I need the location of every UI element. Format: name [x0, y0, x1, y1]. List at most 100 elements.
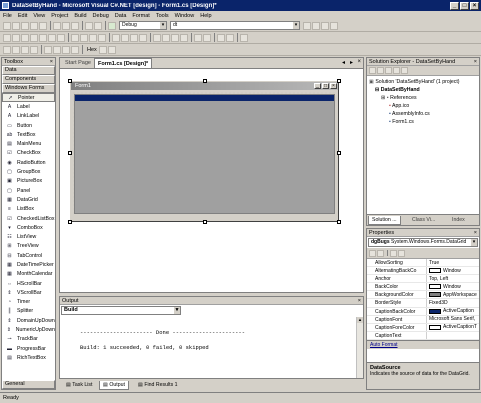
- toolbox-item[interactable]: ⊟ TabControl: [2, 251, 55, 260]
- property-value[interactable]: ActiveCaptionT: [427, 324, 479, 331]
- toolbox-item[interactable]: ⇕ DomainUpDown: [2, 316, 55, 325]
- bring-front-icon[interactable]: [217, 33, 225, 42]
- property-value[interactable]: [427, 332, 479, 339]
- toolbox-item[interactable]: ▾ ComboBox: [2, 223, 55, 232]
- tab-output[interactable]: ▤ Output: [99, 381, 129, 390]
- datagrid-control[interactable]: [74, 94, 335, 214]
- find-icon[interactable]: [303, 21, 311, 30]
- property-row[interactable]: AlternatingBackCo Window: [367, 267, 479, 276]
- output-scrollbar[interactable]: ▴: [356, 317, 363, 378]
- tab-form1-design[interactable]: Form1.cs [Design]*: [94, 58, 153, 68]
- toolbox-item[interactable]: ➚ Pointer: [2, 93, 55, 103]
- toolbox-item[interactable]: ☑ CheckedListBox: [2, 214, 55, 223]
- tree-item-references[interactable]: ⊞ ▪ References: [369, 94, 477, 102]
- new-project-icon[interactable]: [3, 21, 11, 30]
- toolbox-item[interactable]: ⊞ TreeView: [2, 242, 55, 251]
- toolbox-item[interactable]: ▤ RichTextBox: [2, 353, 55, 362]
- center-vertical-icon[interactable]: [203, 33, 211, 42]
- restart-icon[interactable]: [30, 45, 38, 54]
- properties-icon[interactable]: [401, 67, 408, 74]
- step-into-icon[interactable]: [53, 45, 61, 54]
- property-row[interactable]: CaptionText: [367, 331, 479, 340]
- property-value[interactable]: AppWorkspace: [427, 291, 479, 298]
- toolbox-item[interactable]: ☑ CheckBox: [2, 149, 55, 158]
- add-item-icon[interactable]: [12, 21, 20, 30]
- paste-icon[interactable]: [71, 21, 79, 30]
- open-icon[interactable]: [21, 21, 29, 30]
- same-height-icon[interactable]: [80, 33, 88, 42]
- tab-scroll-left-icon[interactable]: ◂: [342, 59, 345, 66]
- step-over-icon[interactable]: [62, 45, 70, 54]
- toolbox-item[interactable]: ▢ GroupBox: [2, 167, 55, 176]
- toolbox-item[interactable]: ◔ Timer: [2, 298, 55, 307]
- close-icon[interactable]: ×: [474, 58, 477, 66]
- menu-format[interactable]: Format: [132, 13, 149, 19]
- vspace-equal-icon[interactable]: [153, 33, 161, 42]
- same-width-icon[interactable]: [71, 33, 79, 42]
- hspace-inc-icon[interactable]: [121, 33, 129, 42]
- tree-item-solution[interactable]: ▣ Solution 'DataSetByHand' (1 project): [369, 78, 477, 86]
- toolbox-tab-general[interactable]: General: [2, 380, 55, 389]
- property-value[interactable]: Microsoft Sans Serif,: [427, 316, 479, 323]
- size-grid-icon[interactable]: [98, 33, 106, 42]
- menu-window[interactable]: Window: [175, 13, 195, 19]
- show-next-icon[interactable]: [44, 45, 52, 54]
- toolbox-item[interactable]: ▢ Panel: [2, 186, 55, 195]
- send-back-icon[interactable]: [226, 33, 234, 42]
- toolbox-item[interactable]: ⇔ HScrollBar: [2, 279, 55, 288]
- toolbox-item[interactable]: ☷ ListView: [2, 232, 55, 241]
- menu-edit[interactable]: Edit: [18, 13, 27, 19]
- resize-handle[interactable]: [68, 79, 72, 83]
- toolbox-item[interactable]: ▦ DateTimePicker: [2, 260, 55, 269]
- tab-find-results[interactable]: ▤ Find Results 1: [135, 381, 181, 390]
- property-value[interactable]: Top, Left: [427, 275, 479, 282]
- close-icon[interactable]: ×: [358, 297, 361, 305]
- solution-config-combo[interactable]: Debug: [119, 21, 167, 30]
- toolbox-item[interactable]: ⇕ VScrollBar: [2, 288, 55, 297]
- minimize-button[interactable]: _: [450, 1, 459, 10]
- toolbox-item[interactable]: ⇕ NumericUpDown: [2, 325, 55, 334]
- maximize-button[interactable]: □: [460, 1, 469, 10]
- resize-handle[interactable]: [68, 151, 72, 155]
- hex-button[interactable]: Hex: [87, 47, 97, 53]
- start-icon[interactable]: [108, 21, 116, 30]
- menu-file[interactable]: File: [3, 13, 12, 19]
- align-center-icon[interactable]: [12, 33, 20, 42]
- tab-start-page[interactable]: Start Page: [62, 58, 94, 68]
- auto-format-link[interactable]: Auto Format: [367, 339, 479, 349]
- align-middle-icon[interactable]: [39, 33, 47, 42]
- property-value[interactable]: Window: [427, 283, 479, 290]
- menu-build[interactable]: Build: [74, 13, 86, 19]
- property-value[interactable]: Fixed3D: [427, 299, 479, 306]
- close-icon[interactable]: ×: [50, 58, 53, 66]
- lock-controls-icon[interactable]: [240, 33, 248, 42]
- object-selector[interactable]: dgBugs System.Windows.Forms.DataGrid ▾: [368, 238, 478, 247]
- toolbox-item[interactable]: ≡ ListBox: [2, 205, 55, 214]
- alphabetical-icon[interactable]: [377, 249, 384, 257]
- vspace-dec-icon[interactable]: [171, 33, 179, 42]
- property-row[interactable]: AllowSorting True: [367, 259, 479, 268]
- menu-debug[interactable]: Debug: [93, 13, 109, 19]
- properties-view-icon[interactable]: [390, 249, 397, 257]
- tree-item-app-ico[interactable]: ▪ App.ico: [369, 102, 477, 110]
- toolbox-item[interactable]: ▤ MainMenu: [2, 139, 55, 148]
- tree-item-assemblyinfo[interactable]: ▪ AssemblyInfo.cs: [369, 110, 477, 118]
- toolbox-item[interactable]: ▣ PictureBox: [2, 177, 55, 186]
- toolbox-item[interactable]: ▬ ProgressBar: [2, 344, 55, 353]
- menu-view[interactable]: View: [33, 13, 45, 19]
- tab-class-view[interactable]: Class Vi...: [409, 216, 438, 225]
- hspace-equal-icon[interactable]: [112, 33, 120, 42]
- property-row[interactable]: CaptionFont Microsoft Sans Serif,: [367, 315, 479, 324]
- close-icon[interactable]: ×: [357, 59, 361, 65]
- events-icon[interactable]: [398, 249, 405, 257]
- align-right-icon[interactable]: [21, 33, 29, 42]
- resize-handle[interactable]: [337, 151, 341, 155]
- find-combo[interactable]: dt: [170, 21, 300, 30]
- align-top-icon[interactable]: [30, 33, 38, 42]
- form1-window[interactable]: Form1 _ □ ×: [70, 81, 339, 222]
- vspace-remove-icon[interactable]: [180, 33, 188, 42]
- align-bottom-icon[interactable]: [48, 33, 56, 42]
- toolbox-item[interactable]: ▦ DataGrid: [2, 195, 55, 204]
- toolbox-tab-components[interactable]: Components: [2, 75, 55, 84]
- toolbox-item[interactable]: ▭ Button: [2, 121, 55, 130]
